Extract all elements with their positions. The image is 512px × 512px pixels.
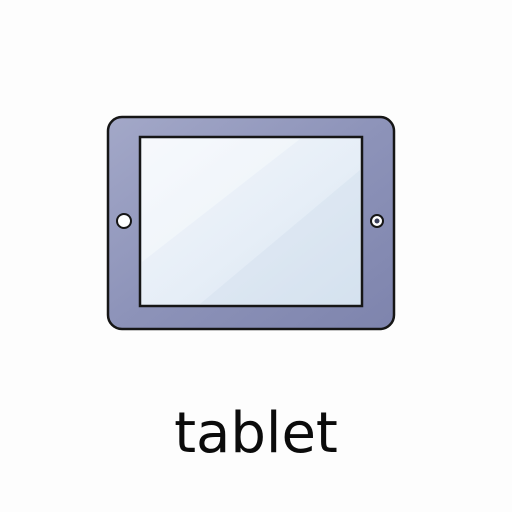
- tablet-icon: [106, 115, 396, 331]
- left-button-icon: [116, 213, 132, 229]
- camera-lens: [374, 218, 380, 224]
- flashcard: tablet: [0, 0, 512, 512]
- caption-label: tablet: [174, 401, 338, 466]
